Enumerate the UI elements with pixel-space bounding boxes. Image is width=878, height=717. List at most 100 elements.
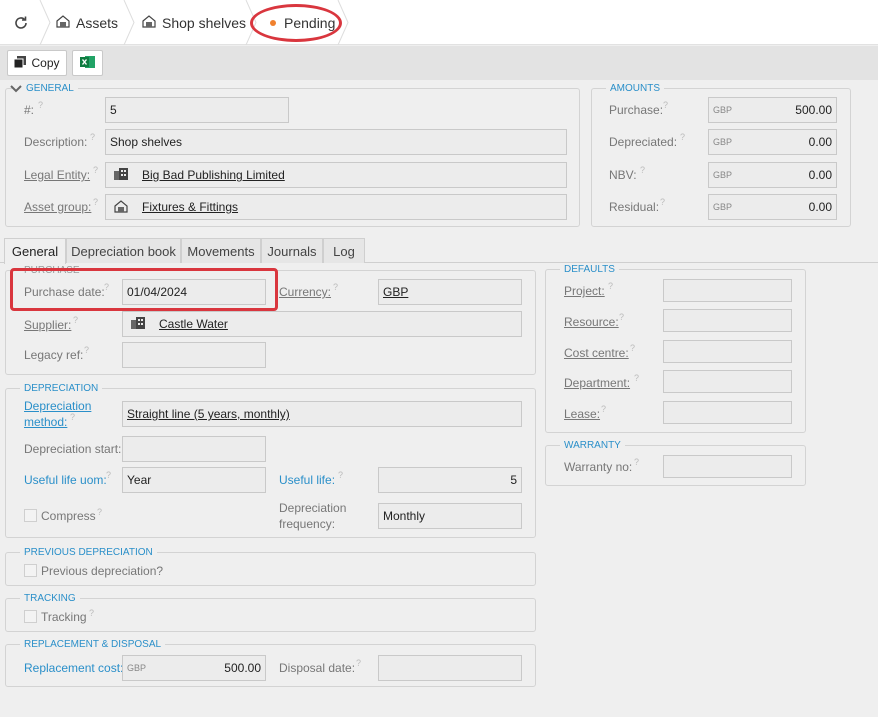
tracking-label: Tracking	[41, 610, 87, 624]
help-icon: ?	[640, 165, 646, 175]
tab-journals[interactable]: Journals	[261, 238, 323, 263]
breadcrumb-separator	[38, 0, 52, 45]
legal-entity-field[interactable]: Big Bad Publishing Limited	[105, 162, 567, 188]
disposal-date-field[interactable]	[378, 655, 522, 681]
supplier-field[interactable]: Castle Water	[122, 311, 522, 337]
depreciation-frequency-value: Monthly	[383, 509, 426, 523]
depreciation-method-value[interactable]: Straight line (5 years, monthly)	[127, 407, 290, 421]
resource-label[interactable]: Resource:	[564, 315, 619, 330]
tab-log[interactable]: Log	[323, 238, 365, 263]
residual-value: 0.00	[808, 200, 832, 214]
refresh-icon[interactable]	[13, 0, 29, 45]
depreciated-amount-value: 0.00	[808, 135, 832, 149]
depreciation-frequency-field[interactable]: Monthly	[378, 503, 522, 529]
depreciated-amount-field: GBP 0.00	[708, 129, 837, 155]
purchase-legend: PURCHASE	[20, 265, 84, 276]
purchase-date-value: 01/04/2024	[127, 285, 188, 299]
useful-life-field[interactable]: 5	[378, 467, 522, 493]
breadcrumb-shop-shelves[interactable]: Shop shelves	[142, 0, 246, 45]
breadcrumb-shop-shelves-label: Shop shelves	[162, 14, 247, 31]
previous-depreciation-legend: PREVIOUS DEPRECIATION	[20, 547, 157, 558]
cost-centre-field[interactable]	[663, 340, 792, 363]
currency-code: GBP	[713, 137, 733, 147]
collapse-chevron-icon[interactable]	[10, 83, 22, 97]
copy-icon	[13, 55, 27, 71]
supplier-value[interactable]: Castle Water	[159, 317, 228, 331]
resource-field[interactable]	[663, 309, 792, 332]
help-icon: ?	[356, 658, 362, 668]
depreciation-method-label-line2[interactable]: method:	[24, 415, 67, 430]
replacement-cost-field[interactable]: GBP 500.00	[122, 655, 266, 681]
warranty-no-label: Warranty no:	[564, 460, 633, 474]
number-field[interactable]: 5	[105, 97, 289, 123]
defaults-legend: DEFAULTS	[560, 264, 619, 275]
department-field[interactable]	[663, 370, 792, 393]
asset-group-label[interactable]: Asset group:	[24, 200, 91, 215]
currency-code: GBP	[713, 105, 733, 115]
number-value: 5	[110, 103, 117, 117]
replacement-disposal-legend: REPLACEMENT & DISPOSAL	[20, 639, 166, 650]
help-icon: ?	[601, 404, 607, 414]
useful-life-uom-value: Year	[127, 473, 152, 487]
description-value: Shop shelves	[110, 135, 183, 149]
depreciation-method-field[interactable]: Straight line (5 years, monthly)	[122, 401, 522, 427]
copy-button[interactable]: Copy	[7, 50, 67, 76]
previous-depreciation-checkbox[interactable]	[24, 564, 37, 577]
project-field[interactable]	[663, 279, 792, 302]
warranty-no-field[interactable]	[663, 455, 792, 478]
lease-field[interactable]	[663, 401, 792, 424]
help-icon: ?	[608, 281, 614, 291]
currency-field[interactable]: GBP	[378, 279, 522, 305]
description-label: Description:	[24, 135, 88, 149]
asset-group-value[interactable]: Fixtures & Fittings	[142, 200, 238, 214]
breadcrumb-pending[interactable]: Pending	[270, 0, 335, 45]
supplier-label[interactable]: Supplier:	[24, 318, 71, 333]
help-icon: ?	[660, 197, 666, 207]
help-icon: ?	[90, 132, 96, 142]
help-icon: ?	[84, 345, 90, 355]
compress-checkbox[interactable]	[24, 509, 37, 522]
help-icon: ?	[680, 132, 686, 142]
purchase-date-field[interactable]: 01/04/2024	[122, 279, 266, 305]
depreciation-method-label-line1[interactable]: Depreciation	[24, 399, 91, 414]
status-dot-icon	[270, 19, 276, 26]
breadcrumb-separator	[244, 0, 258, 45]
department-label[interactable]: Department:	[564, 376, 630, 391]
compress-label: Compress	[41, 509, 96, 523]
tab-movements[interactable]: Movements	[181, 238, 261, 263]
breadcrumb-separator	[122, 0, 136, 45]
lease-label[interactable]: Lease:	[564, 407, 600, 422]
depreciation-start-field[interactable]	[122, 436, 266, 462]
previous-depreciation-label: Previous depreciation?	[41, 564, 164, 578]
legal-entity-value[interactable]: Big Bad Publishing Limited	[142, 168, 285, 182]
disposal-date-label: Disposal date:	[279, 661, 356, 675]
purchase-amount-label: Purchase:	[609, 103, 664, 117]
tab-general[interactable]: General	[4, 238, 66, 264]
description-field[interactable]: Shop shelves	[105, 129, 567, 155]
tab-depreciation-book[interactable]: Depreciation book	[66, 238, 181, 263]
breadcrumb-assets[interactable]: Assets	[56, 0, 118, 45]
asset-group-field[interactable]: Fixtures & Fittings	[105, 194, 567, 220]
warehouse-icon	[114, 200, 130, 214]
legacy-ref-label: Legacy ref:	[24, 348, 84, 362]
legacy-ref-field[interactable]	[122, 342, 266, 368]
residual-field: GBP 0.00	[708, 194, 837, 220]
currency-value[interactable]: GBP	[383, 285, 408, 299]
useful-life-uom-field[interactable]: Year	[122, 467, 266, 493]
useful-life-value: 5	[510, 473, 517, 487]
help-icon: ?	[634, 373, 640, 383]
cost-centre-label[interactable]: Cost centre:	[564, 346, 629, 361]
tracking-checkbox[interactable]	[24, 610, 37, 623]
currency-label[interactable]: Currency:	[279, 285, 331, 300]
copy-button-label: Copy	[31, 56, 60, 70]
export-excel-button[interactable]	[72, 50, 103, 76]
amounts-legend: AMOUNTS	[606, 83, 664, 94]
help-icon: ?	[338, 470, 344, 480]
help-icon: ?	[93, 165, 99, 175]
legal-entity-label[interactable]: Legal Entity:	[24, 168, 90, 183]
breadcrumb-pending-label: Pending	[284, 14, 336, 31]
currency-code: GBP	[713, 170, 733, 180]
currency-code: GBP	[713, 202, 733, 212]
warranty-legend: WARRANTY	[560, 440, 625, 451]
project-label[interactable]: Project:	[564, 284, 605, 299]
